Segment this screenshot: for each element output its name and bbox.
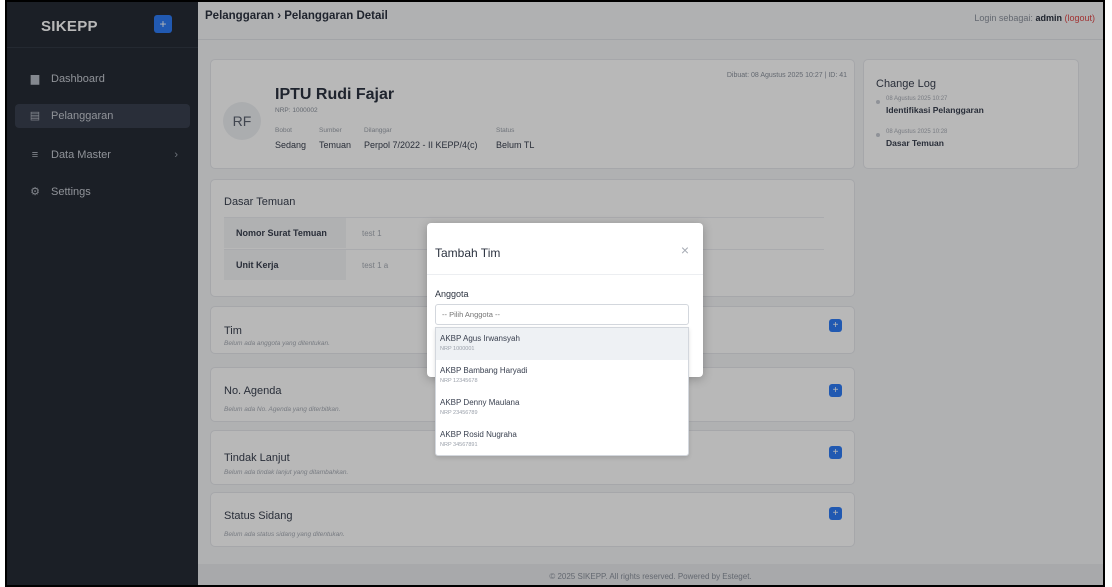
dropdown-option[interactable]: AKBP Rosid Nugraha NRP 34567891 [436,424,688,456]
anggota-dropdown: AKBP Agus Irwansyah NRP 1000001 AKBP Bam… [435,327,689,456]
dropdown-option[interactable]: AKBP Denny Maulana NRP 23456789 [436,392,688,424]
option-name: AKBP Agus Irwansyah [440,334,520,343]
dropdown-option[interactable]: AKBP Bambang Haryadi NRP 12345678 [436,360,688,392]
anggota-label: Anggota [435,289,469,299]
option-name: AKBP Rosid Nugraha [440,430,517,439]
option-nrp: NRP 23456789 [440,410,478,416]
option-nrp: NRP 1000001 [440,346,475,352]
option-nrp: NRP 34567891 [440,442,478,448]
anggota-select-input[interactable] [435,304,689,325]
modal-divider [427,274,703,275]
close-icon[interactable]: × [681,242,689,258]
modal-title: Tambah Tim [435,246,501,260]
dropdown-option[interactable]: AKBP Agus Irwansyah NRP 1000001 [436,328,688,360]
option-name: AKBP Denny Maulana [440,398,520,407]
option-nrp: NRP 12345678 [440,378,478,384]
app-window: SIKEPP + ▆ Dashboard ▤ Pelanggaran ≡ Data M… [5,0,1105,587]
option-name: AKBP Bambang Haryadi [440,366,528,375]
